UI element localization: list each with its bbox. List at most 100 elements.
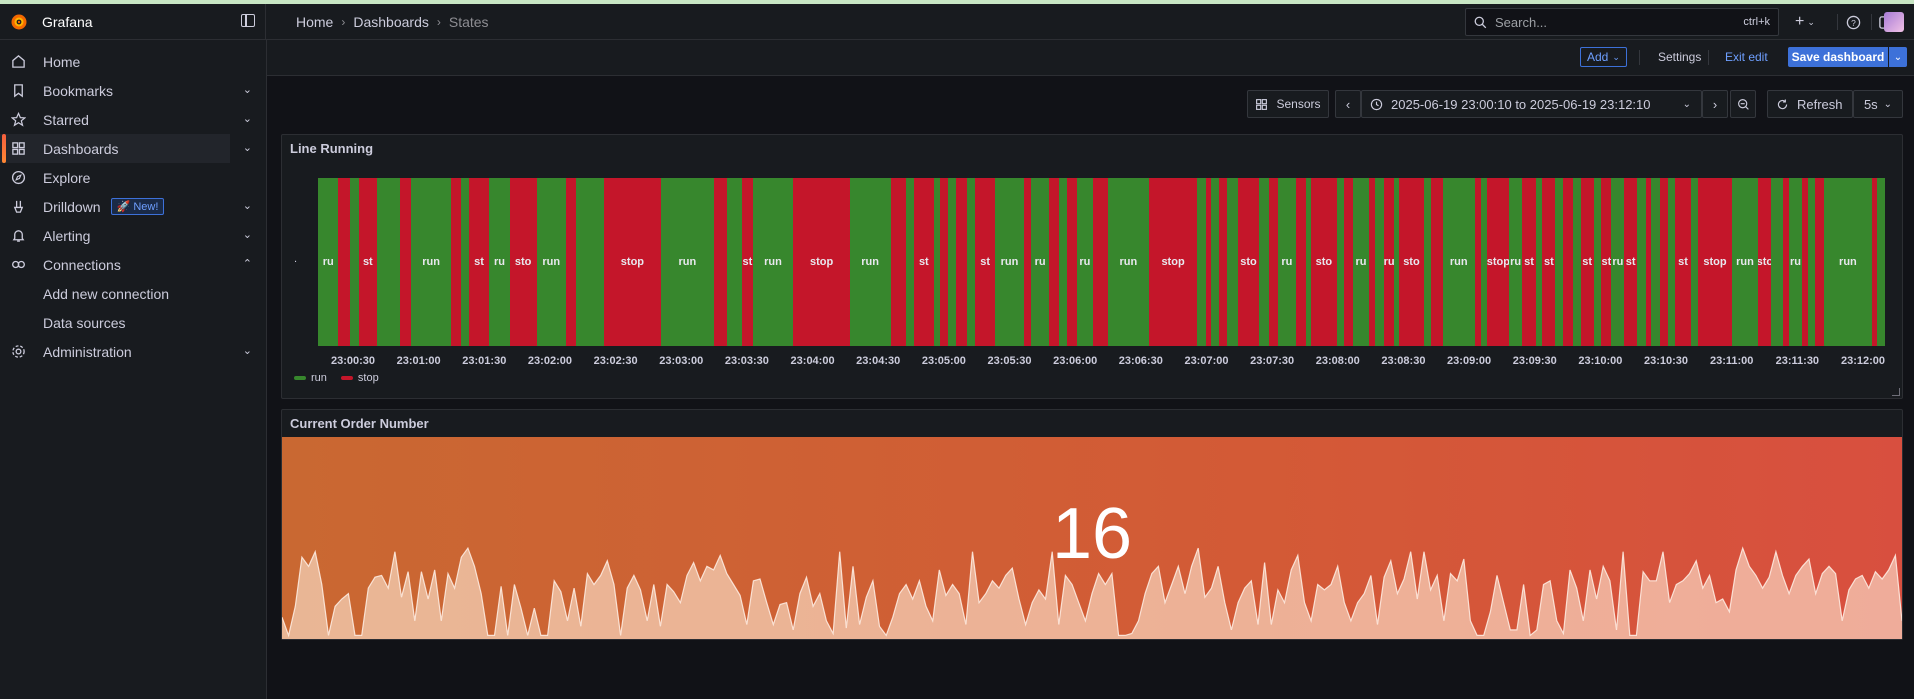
- breadcrumb-home[interactable]: Home: [296, 14, 333, 30]
- sidebar-item-data-sources[interactable]: Data sources: [0, 308, 266, 337]
- timeline-segment-run[interactable]: [967, 178, 975, 346]
- time-back-button[interactable]: ‹: [1335, 90, 1361, 118]
- timeline-segment-run[interactable]: [461, 178, 469, 346]
- timeline-segment-run[interactable]: ru: [489, 178, 510, 346]
- timeline-segment-run[interactable]: ru: [1031, 178, 1050, 346]
- timeline-segment-stop[interactable]: [1268, 178, 1278, 346]
- timeline-segment-run[interactable]: [1226, 178, 1239, 346]
- timeline-segment-run[interactable]: [1258, 178, 1269, 346]
- timeline-segment-run[interactable]: [727, 178, 743, 346]
- timeline-segment-stop[interactable]: sto: [1758, 178, 1772, 346]
- timeline-segment-stop[interactable]: stop: [793, 178, 850, 346]
- refresh-interval-picker[interactable]: 5s ⌄: [1853, 90, 1903, 118]
- sidebar-item-drilldown[interactable]: Drilldown 🚀 New! ⌄: [0, 192, 266, 221]
- timeline-segment-run[interactable]: run: [1731, 178, 1759, 346]
- timeline-segment-run[interactable]: [1197, 178, 1207, 346]
- sidebar-item-bookmarks[interactable]: Bookmarks ⌄: [0, 76, 266, 105]
- timeline-segment-stop[interactable]: st: [1675, 178, 1691, 346]
- timeline-segment-stop[interactable]: [1066, 178, 1078, 346]
- timeline-segment-run[interactable]: run: [995, 178, 1024, 346]
- timeline-segment-stop[interactable]: [1814, 178, 1824, 346]
- timeline-segment-run[interactable]: run: [752, 178, 794, 346]
- refresh-button[interactable]: Refresh: [1767, 90, 1853, 118]
- sidebar-item-starred[interactable]: Starred ⌄: [0, 105, 266, 134]
- timeline-segment-run[interactable]: [1667, 178, 1676, 346]
- timeline-segment-stop[interactable]: ru: [1383, 178, 1395, 346]
- timeline-segment-run[interactable]: [905, 178, 914, 346]
- resize-handle[interactable]: [1892, 388, 1900, 396]
- chevron-down-icon[interactable]: ⌄: [243, 141, 252, 154]
- timeline-segment-run[interactable]: [1059, 178, 1067, 346]
- settings-button[interactable]: Settings: [1652, 47, 1707, 67]
- timeline-segment-run[interactable]: ru: [1077, 178, 1093, 346]
- zoom-out-button[interactable]: [1730, 90, 1756, 118]
- new-plus-icon[interactable]: + ⌄: [1795, 13, 1815, 31]
- timeline-segment-run[interactable]: [1336, 178, 1345, 346]
- add-button[interactable]: Add ⌄: [1580, 47, 1627, 67]
- timeline-segment-stop[interactable]: st: [1601, 178, 1612, 346]
- timeline-segment-stop[interactable]: sto: [1311, 178, 1337, 346]
- timeline-segment-stop[interactable]: st: [1542, 178, 1556, 346]
- timeline-segment-run[interactable]: [1637, 178, 1646, 346]
- timeline-segment-run[interactable]: [1690, 178, 1699, 346]
- panel-title[interactable]: Line Running: [290, 141, 373, 156]
- sensors-button[interactable]: Sensors: [1247, 90, 1329, 118]
- timeline-segment-run[interactable]: [376, 178, 400, 346]
- timeline-segment-stop[interactable]: [450, 178, 462, 346]
- timeline-segment-run[interactable]: ru: [1611, 178, 1625, 346]
- user-avatar[interactable]: [1884, 12, 1904, 32]
- sidebar-item-connections[interactable]: Connections ⌃: [0, 250, 266, 279]
- timeline-segment-run[interactable]: run: [660, 178, 715, 346]
- timeline-segment-stop[interactable]: st: [742, 178, 753, 346]
- help-icon[interactable]: ?: [1846, 13, 1861, 31]
- timeline-segment-stop[interactable]: [1295, 178, 1306, 346]
- timeline-segment-run[interactable]: ru: [1353, 178, 1369, 346]
- timeline-segment-stop[interactable]: [338, 178, 350, 346]
- timeline-segment-stop[interactable]: [1049, 178, 1060, 346]
- timeline-segment-run[interactable]: [1375, 178, 1384, 346]
- timeline-segment-run[interactable]: [1423, 178, 1432, 346]
- timeline-segment-run[interactable]: [1651, 178, 1661, 346]
- timeline-segment-stop[interactable]: st: [913, 178, 935, 346]
- timeline-segment-stop[interactable]: [714, 178, 727, 346]
- timeline-segment-stop[interactable]: stop: [1487, 178, 1510, 346]
- timeline-segment-run[interactable]: ru: [1509, 178, 1522, 346]
- timeline-segment-run[interactable]: [1877, 178, 1885, 346]
- timeline-segment-stop[interactable]: st: [358, 178, 377, 346]
- timeline-segment-stop[interactable]: [955, 178, 968, 346]
- timeline-segment-run[interactable]: ru: [1277, 178, 1296, 346]
- timeline-segment-run[interactable]: [1593, 178, 1602, 346]
- timeline-segment-stop[interactable]: [1023, 178, 1032, 346]
- timeline-segment-stop[interactable]: stop: [1698, 178, 1732, 346]
- save-options-chevron-icon[interactable]: ⌄: [1889, 47, 1907, 67]
- timeline-segment-stop[interactable]: sto: [1399, 178, 1424, 346]
- timeline-segment-run[interactable]: run: [411, 178, 451, 346]
- timeline-segment-run[interactable]: ru: [1789, 178, 1802, 346]
- timeline-segment-stop[interactable]: st: [1522, 178, 1537, 346]
- timeline-segment-stop[interactable]: [890, 178, 906, 346]
- timeline-segment-stop[interactable]: st: [1580, 178, 1594, 346]
- chevron-down-icon[interactable]: ⌄: [243, 228, 252, 241]
- timeline-segment-stop[interactable]: [399, 178, 412, 346]
- timeline-segment-stop[interactable]: [940, 178, 949, 346]
- chevron-down-icon[interactable]: ⌄: [243, 199, 252, 212]
- timeline-segment-run[interactable]: run: [849, 178, 891, 346]
- timeline-segment-stop[interactable]: st: [468, 178, 490, 346]
- exit-edit-button[interactable]: Exit edit: [1719, 47, 1774, 67]
- chevron-down-icon[interactable]: ⌄: [243, 83, 252, 96]
- chevron-down-icon[interactable]: ⌄: [243, 112, 252, 125]
- legend-item-stop[interactable]: stop: [340, 372, 379, 384]
- timeline-segment-stop[interactable]: stop: [1148, 178, 1198, 346]
- timeline-segment-stop[interactable]: [1660, 178, 1668, 346]
- sidebar-item-home[interactable]: Home: [0, 47, 266, 76]
- timeline-segment-stop[interactable]: [1344, 178, 1354, 346]
- timeline-segment-run[interactable]: [948, 178, 956, 346]
- save-dashboard-button[interactable]: Save dashboard: [1788, 47, 1888, 67]
- timeline-segment-stop[interactable]: st: [1624, 178, 1638, 346]
- timeline-segment-run[interactable]: [1555, 178, 1563, 346]
- sidebar-item-add-new-connection[interactable]: Add new connection: [0, 279, 266, 308]
- grafana-logo-icon[interactable]: [10, 13, 28, 31]
- timeline-segment-stop[interactable]: st: [974, 178, 996, 346]
- timeline-segment-run[interactable]: [1771, 178, 1783, 346]
- timeline-segment-run[interactable]: run: [1107, 178, 1149, 346]
